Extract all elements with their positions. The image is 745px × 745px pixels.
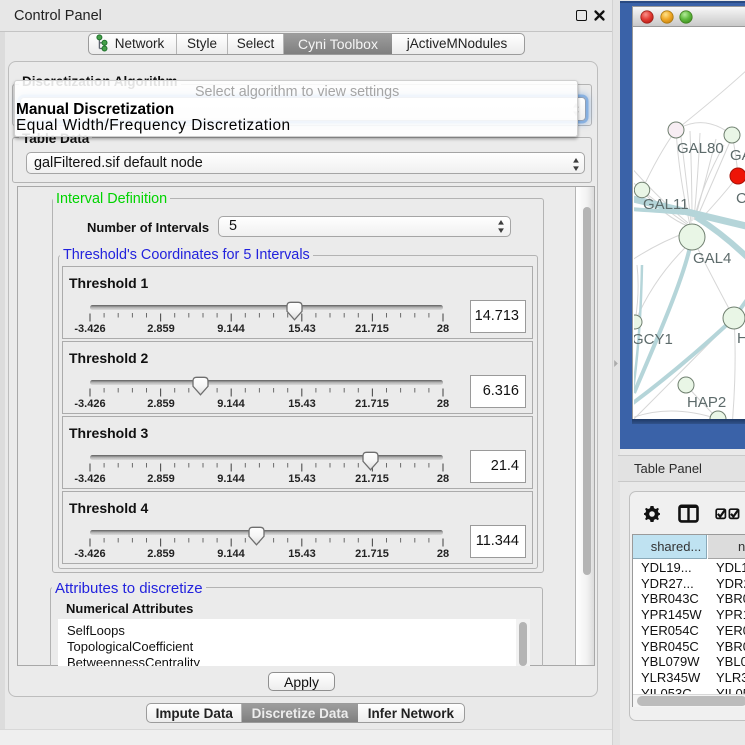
svg-text:GAL80: GAL80 bbox=[677, 140, 724, 157]
svg-text:C: C bbox=[736, 190, 745, 207]
svg-text:H: H bbox=[737, 330, 745, 347]
svg-text:HAP2: HAP2 bbox=[687, 394, 726, 411]
svg-text:GA: GA bbox=[730, 147, 745, 164]
svg-text:GAL4: GAL4 bbox=[693, 250, 731, 267]
svg-text:GCY1: GCY1 bbox=[634, 331, 673, 348]
svg-text:GAL11: GAL11 bbox=[643, 196, 689, 213]
